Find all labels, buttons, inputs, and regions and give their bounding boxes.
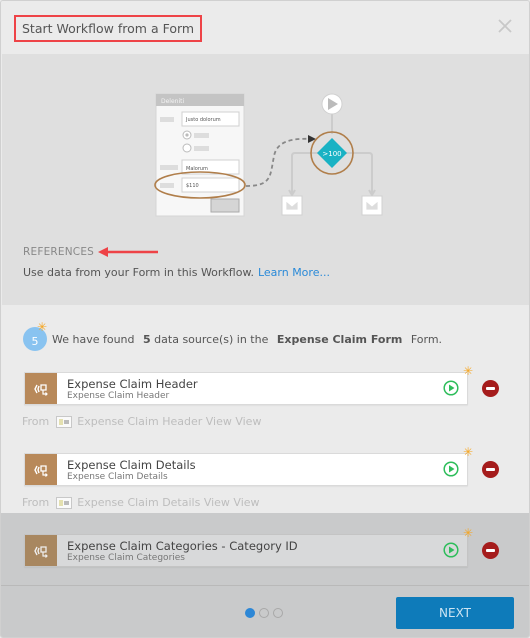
from-view-label: From Expense Claim Details View View — [22, 496, 260, 509]
dimmed-region: Expense Claim Categories - Category ID E… — [1, 513, 529, 585]
start-workflow-dialog: Start Workflow from a Form Deleniti Just… — [0, 0, 530, 638]
data-source-item[interactable]: Expense Claim Categories - Category ID E… — [24, 527, 473, 567]
new-star-icon: ✳ — [462, 526, 473, 540]
data-source-summary: 5 ✳ We have found 5 data source(s) in th… — [23, 321, 443, 351]
data-source-item[interactable]: Expense Claim Details Expense Claim Deta… — [24, 446, 473, 486]
data-source-name: Expense Claim Categories - Category ID — [67, 539, 298, 553]
new-star-icon: ✳ — [462, 445, 473, 459]
form-mockup-icon: Deleniti Justo dolorum Malorum $110 — [154, 93, 246, 217]
page-dot-3[interactable] — [273, 608, 283, 618]
data-source-icon — [25, 535, 57, 566]
data-source-icon — [25, 454, 57, 485]
data-source-item[interactable]: Expense Claim Header Expense Claim Heade… — [24, 365, 473, 405]
references-label: REFERENCES — [23, 246, 95, 258]
run-icon[interactable] — [443, 461, 459, 477]
run-icon[interactable] — [443, 380, 459, 396]
data-source-icon — [25, 373, 57, 404]
form-title: Deleniti — [161, 98, 184, 105]
new-star-icon: ✳ — [37, 320, 48, 334]
svg-text:Justo dolorum: Justo dolorum — [185, 117, 221, 123]
remove-data-source-button[interactable] — [482, 380, 499, 397]
close-icon[interactable] — [497, 18, 513, 34]
remove-data-source-button[interactable] — [482, 461, 499, 478]
svg-text:Malorum: Malorum — [186, 166, 208, 172]
data-source-subtitle: Expense Claim Details — [67, 472, 168, 482]
count-badge: 5 ✳ — [23, 321, 47, 351]
summary-text: We have found 5 data source(s) in the Ex… — [52, 332, 443, 346]
workflow-illustration: Deleniti Justo dolorum Malorum $110 >100 — [154, 93, 383, 217]
data-source-subtitle: Expense Claim Header — [67, 391, 170, 401]
svg-text:$110: $110 — [186, 183, 199, 189]
data-source-name: Expense Claim Details — [67, 458, 196, 472]
remove-data-source-button[interactable] — [482, 542, 499, 559]
view-icon — [56, 415, 73, 428]
intro-panel: Deleniti Justo dolorum Malorum $110 >100… — [2, 54, 529, 305]
view-icon — [56, 496, 73, 509]
data-source-subtitle: Expense Claim Categories — [67, 553, 185, 563]
dialog-footer: NEXT — [1, 585, 529, 637]
dialog-title: Start Workflow from a Form — [22, 21, 195, 36]
run-icon[interactable] — [443, 542, 459, 558]
from-view-label: From Expense Claim Header View View — [22, 415, 262, 428]
intro-description: Use data from your Form in this Workflow… — [23, 266, 330, 279]
title-highlight: Start Workflow from a Form — [14, 15, 203, 42]
page-dot-1[interactable] — [245, 608, 255, 618]
page-dot-2[interactable] — [259, 608, 269, 618]
page-indicator — [245, 608, 283, 618]
dialog-header: Start Workflow from a Form — [1, 1, 529, 54]
svg-text:>100: >100 — [322, 150, 341, 158]
new-star-icon: ✳ — [462, 364, 473, 378]
learn-more-link[interactable]: Learn More... — [258, 266, 330, 279]
next-button[interactable]: NEXT — [396, 597, 514, 629]
data-source-name: Expense Claim Header — [67, 377, 198, 391]
pointer-arrow-icon — [98, 247, 158, 257]
